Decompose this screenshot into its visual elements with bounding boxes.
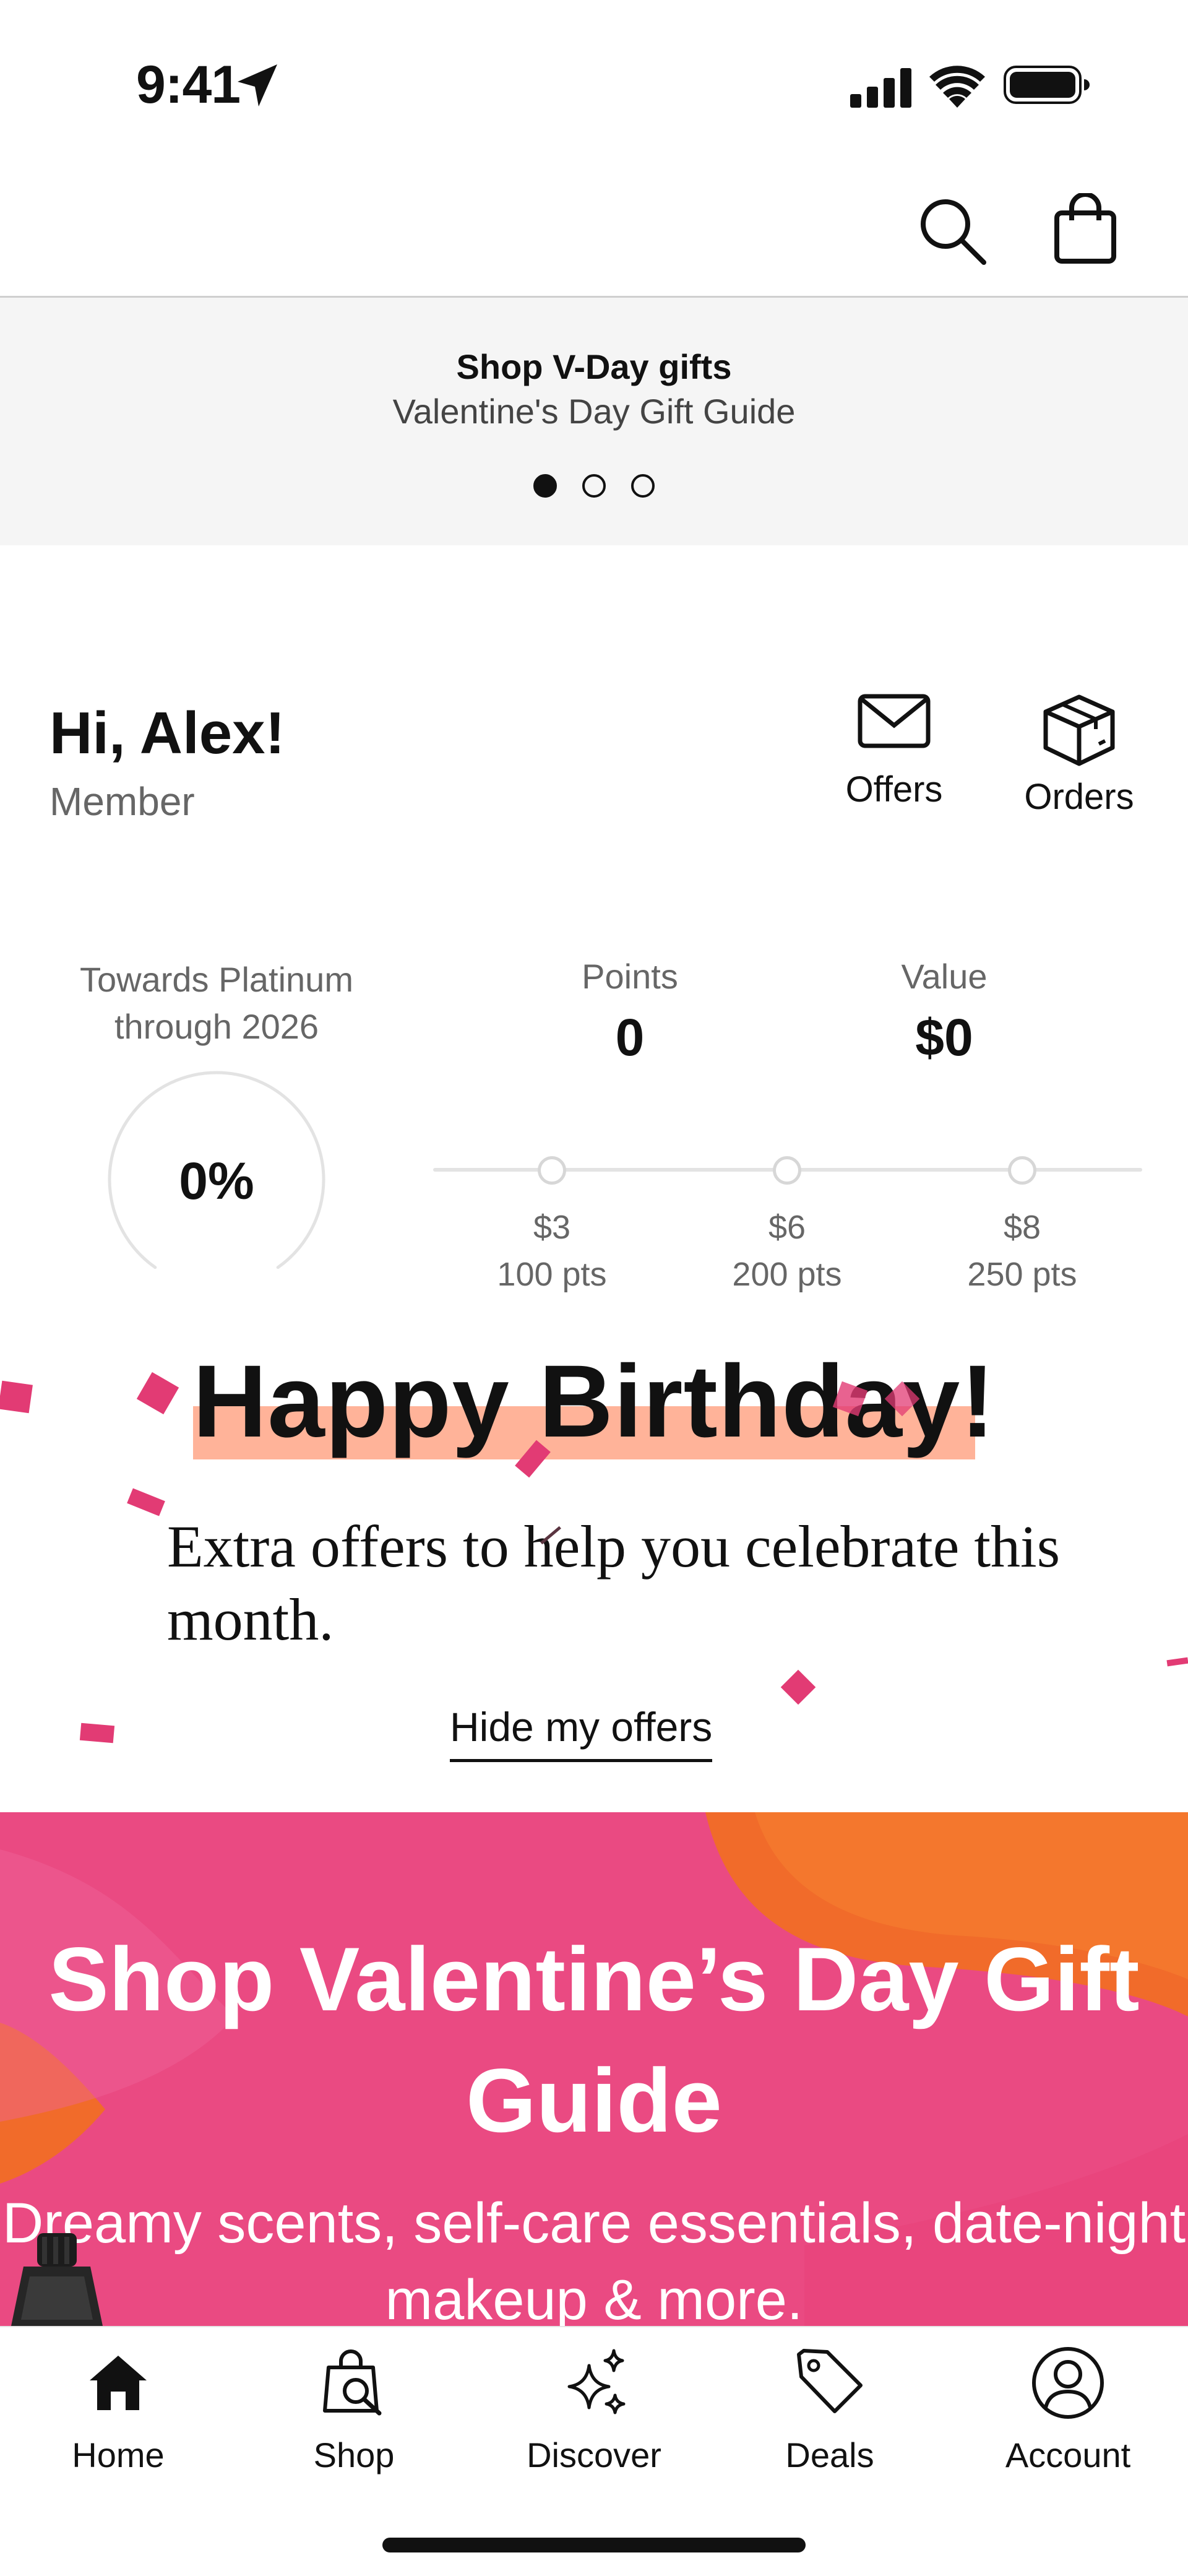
birthday-title: Happy Birthday! [192, 1344, 996, 1459]
tab-account-label: Account [1005, 2436, 1131, 2474]
reward-amount: $8 [1003, 1209, 1041, 1246]
home-indicator [382, 2538, 806, 2552]
carousel-dot-1[interactable] [533, 474, 557, 498]
search-icon [921, 199, 986, 265]
reward-amount: $3 [533, 1209, 571, 1246]
points-value: 0 [615, 1008, 645, 1066]
tab-account[interactable]: Account [975, 2340, 1161, 2475]
battery-icon [1004, 66, 1090, 104]
cart-button[interactable] [1052, 192, 1119, 265]
home-icon [90, 2356, 147, 2410]
reward-points: 250 pts [967, 1256, 1077, 1293]
banner-title[interactable]: Shop Valentine’s Day Gift Guide [0, 1919, 1188, 2161]
hide-offers-link[interactable]: Hide my offers [450, 1703, 713, 1762]
reward-node-1 [538, 1156, 566, 1185]
birthday-message: Extra offers to help you celebrate this … [167, 1513, 1061, 1653]
perfume-bottle-image [11, 2233, 103, 2326]
value-stat: Value $0 [833, 956, 1056, 1068]
orders-button[interactable]: Orders [999, 693, 1160, 818]
status-time: 9:41 [136, 55, 241, 115]
status-bar: 9:41 [0, 0, 1188, 161]
tab-deals[interactable]: Deals [737, 2340, 923, 2475]
points-stat: Points 0 [519, 956, 741, 1068]
tab-shop[interactable]: Shop [261, 2340, 447, 2475]
banner-subtitle: Dreamy scents, self-care essentials, dat… [2, 2192, 1186, 2332]
envelope-icon [858, 694, 931, 748]
user-circle-icon [1032, 2347, 1104, 2419]
reward-points: 200 pts [732, 1256, 842, 1293]
shop-bag-search-icon [323, 2349, 382, 2416]
search-button[interactable] [918, 197, 988, 266]
promo-title[interactable]: Shop V-Day gifts [0, 347, 1188, 387]
cellular-signal-icon [850, 68, 911, 108]
box-icon [1043, 694, 1115, 766]
reward-tier-1: $3 100 pts [459, 1204, 645, 1298]
member-tier: Member [50, 779, 195, 824]
offers-label: Offers [845, 769, 943, 810]
confetti-piece [127, 1488, 165, 1516]
confetti-piece [79, 1722, 115, 1744]
tab-deals-label: Deals [785, 2436, 874, 2474]
confetti-piece [0, 1380, 33, 1414]
greeting: Hi, Alex! [50, 700, 285, 766]
tab-home[interactable]: Home [25, 2340, 211, 2475]
reward-points: 100 pts [497, 1256, 607, 1293]
tab-shop-label: Shop [313, 2436, 395, 2474]
reward-node-2 [773, 1156, 801, 1185]
tab-discover[interactable]: Discover [501, 2340, 687, 2475]
carousel-dot-3[interactable] [631, 474, 655, 498]
value-value: $0 [915, 1008, 973, 1066]
points-label: Points [582, 957, 678, 996]
offers-button[interactable]: Offers [817, 693, 971, 810]
carousel-dot-2[interactable] [582, 474, 606, 498]
tab-discover-label: Discover [527, 2436, 661, 2474]
confetti-piece [1166, 1657, 1188, 1667]
tier-progress-percent: 0% [179, 1152, 254, 1210]
tier-progress-label: Towards Platinum through 2026 [80, 960, 353, 1046]
orders-label: Orders [1024, 777, 1134, 817]
tag-icon [797, 2349, 863, 2413]
shopping-bag-icon [1054, 192, 1116, 264]
confetti-piece [780, 1669, 816, 1705]
value-label: Value [901, 957, 988, 996]
promo-subtitle[interactable]: Valentine's Day Gift Guide [0, 391, 1188, 431]
sparkles-icon [567, 2349, 626, 2414]
reward-tier-2: $6 200 pts [694, 1204, 880, 1298]
reward-tier-3: $8 250 pts [929, 1204, 1115, 1298]
reward-node-3 [1008, 1156, 1036, 1185]
reward-amount: $6 [768, 1209, 806, 1246]
wifi-icon [929, 66, 985, 108]
tab-home-label: Home [72, 2436, 165, 2474]
location-arrow-icon [238, 64, 277, 106]
